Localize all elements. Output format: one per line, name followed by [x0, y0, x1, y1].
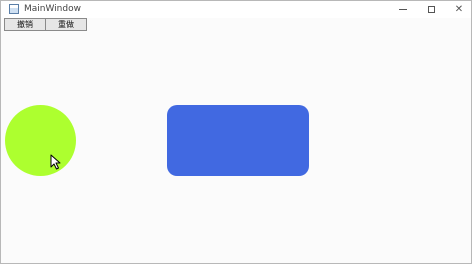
maximize-icon [427, 6, 435, 13]
minimize-icon [399, 9, 407, 10]
minimize-button[interactable] [389, 1, 417, 18]
green-circle-shape[interactable] [5, 105, 76, 176]
maximize-button[interactable] [417, 1, 445, 18]
drawing-canvas[interactable] [1, 31, 473, 264]
close-icon: ✕ [454, 4, 464, 15]
redo-button[interactable]: 重做 [45, 18, 87, 31]
toolbar: 撤销 重做 [4, 18, 87, 31]
title-bar[interactable]: MainWindow ✕ [1, 1, 471, 18]
undo-button[interactable]: 撤销 [4, 18, 46, 31]
main-window: MainWindow ✕ 撤销 重做 [0, 0, 472, 264]
arrow-cursor-icon [50, 154, 61, 170]
close-button[interactable]: ✕ [445, 1, 473, 18]
blue-rounded-rectangle-shape[interactable] [167, 105, 309, 176]
app-window-icon [9, 4, 19, 14]
window-title: MainWindow [24, 4, 81, 14]
